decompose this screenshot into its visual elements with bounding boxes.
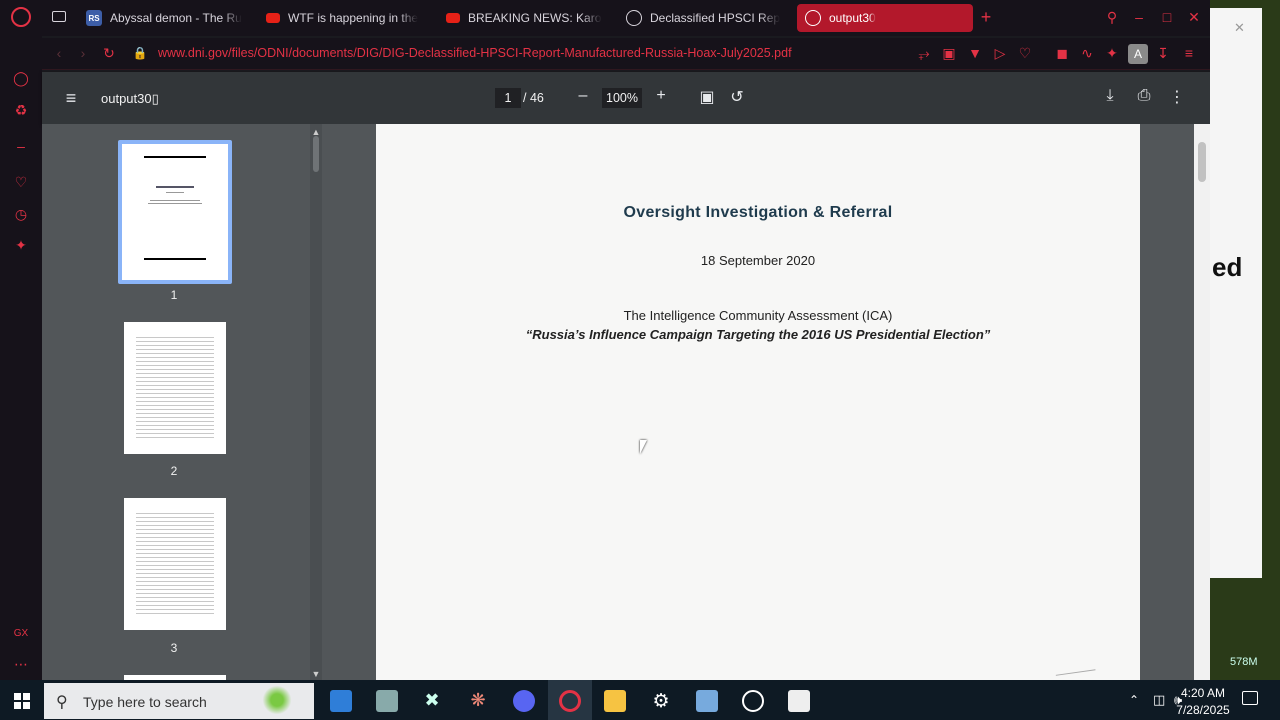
search-highlight-icon: [262, 686, 292, 714]
opera-logo-icon[interactable]: [11, 7, 31, 27]
taskbar-search-placeholder: Type here to search: [83, 694, 207, 710]
zoom-in-button[interactable]: +: [652, 87, 670, 105]
clock-time[interactable]: 4:20 AM: [1178, 686, 1228, 700]
document-date: 18 September 2020: [700, 253, 816, 268]
separator-icon: –: [17, 138, 25, 154]
notification-icon[interactable]: [1242, 691, 1258, 705]
heart-icon[interactable]: ♡: [1016, 45, 1034, 63]
new-tab-icon[interactable]: +: [977, 8, 995, 27]
thumbnail-label: 3: [170, 641, 178, 655]
calculator-icon[interactable]: [330, 690, 352, 712]
print-icon[interactable]: ⎙: [1134, 87, 1154, 105]
network-icon[interactable]: ◫: [1153, 692, 1165, 708]
thumbnail-scrollbar[interactable]: [310, 124, 322, 680]
zoom-level[interactable]: 100%: [602, 88, 642, 108]
file-explorer-icon[interactable]: [604, 690, 626, 712]
viewer-scrollbar[interactable]: [1194, 124, 1210, 680]
tab-output30[interactable]: output30: [797, 4, 973, 32]
tab-youtube-2[interactable]: BREAKING NEWS: Karolin: [438, 4, 610, 32]
youtube-icon: [446, 13, 460, 23]
thumbnail-label: 1: [170, 288, 178, 302]
page-number-input[interactable]: 1: [495, 88, 521, 108]
avatar[interactable]: A: [1128, 44, 1148, 64]
document-subtitle: “Russia’s Influence Campaign Targeting t…: [525, 327, 991, 342]
sidebar: [0, 36, 42, 680]
zoom-out-button[interactable]: –: [574, 87, 592, 105]
audio-icon[interactable]: ∿: [1078, 45, 1096, 63]
background-panel: [1210, 8, 1262, 578]
tab-label: output30: [829, 11, 876, 25]
snapshot-icon[interactable]: ▣: [940, 45, 958, 63]
reload-icon[interactable]: ↻: [100, 45, 118, 63]
history-icon[interactable]: ◷: [12, 206, 30, 224]
extensions-icon[interactable]: ✦: [1103, 45, 1121, 63]
tab-youtube-1[interactable]: WTF is happening in the: [258, 4, 428, 32]
app-icon[interactable]: [742, 690, 764, 712]
pin-icon[interactable]: ⥅: [915, 45, 933, 63]
tab-label: BREAKING NEWS: Karolin: [468, 11, 602, 25]
extensions-icon[interactable]: ✦: [12, 237, 30, 255]
thumbnail-page-3[interactable]: [124, 498, 226, 630]
tab-switcher-icon[interactable]: [52, 11, 66, 22]
url-input[interactable]: www.dni.gov/files/ODNI/documents/DIG/DIG…: [158, 46, 792, 60]
windows-start-icon[interactable]: [14, 693, 30, 709]
memory-stat: 578M: [1230, 656, 1258, 668]
app-icon[interactable]: [696, 690, 718, 712]
cursor-icon: [640, 440, 647, 454]
forward-icon[interactable]: ›: [74, 45, 92, 63]
search-icon[interactable]: ⚲: [1103, 9, 1121, 27]
globe-icon: [805, 10, 821, 26]
app-icon[interactable]: ❋: [467, 690, 489, 712]
pocket-icon[interactable]: ▼: [966, 45, 984, 63]
discord-icon[interactable]: [513, 690, 535, 712]
back-icon[interactable]: ‹: [50, 45, 68, 63]
clock-date[interactable]: 7/28/2025: [1172, 703, 1234, 717]
tab-runescape[interactable]: RS Abyssal demon - The Run: [78, 4, 250, 32]
runescape-wiki-icon: RS: [86, 10, 102, 26]
gx-corner-icon[interactable]: ♻: [12, 102, 30, 120]
tab-label: Declassified HPSCI Repo: [650, 11, 780, 25]
youtube-icon: [266, 13, 280, 23]
tab-label: WTF is happening in the: [288, 11, 419, 25]
minimize-icon[interactable]: –: [1130, 9, 1148, 27]
settings-icon[interactable]: ⚙: [650, 690, 672, 712]
easy-setup-icon[interactable]: ≡: [1180, 45, 1198, 63]
rotate-icon[interactable]: ↺: [728, 87, 746, 107]
thumbnail-page-1[interactable]: [122, 144, 228, 280]
close-icon[interactable]: ✕: [1185, 9, 1203, 27]
more-icon[interactable]: ⋯: [12, 656, 30, 674]
tab-label: Abyssal demon - The Run: [110, 11, 242, 25]
app-icon[interactable]: [788, 690, 810, 712]
close-icon[interactable]: ✕: [1234, 20, 1245, 36]
document-subject: The Intelligence Community Assessment (I…: [623, 308, 893, 323]
xcode-icon[interactable]: ✖: [421, 690, 443, 712]
ublock-icon[interactable]: ◼: [1053, 45, 1071, 63]
document-heading: Oversight Investigation & Referral: [623, 204, 893, 221]
thumbnail-page-2[interactable]: [124, 322, 226, 454]
lock-icon[interactable]: 🔒: [131, 45, 149, 63]
more-options-icon[interactable]: ⋮: [1168, 87, 1186, 107]
gx-control-icon[interactable]: ◯: [12, 70, 30, 88]
pdf-title: output30▯: [101, 91, 159, 106]
globe-icon: [626, 10, 642, 26]
fit-page-icon[interactable]: ▣: [698, 87, 716, 107]
app-icon[interactable]: [376, 690, 398, 712]
thumbnail-label: 2: [170, 464, 178, 478]
heart-icon[interactable]: ♡: [12, 174, 30, 192]
partial-heading: ed: [1212, 252, 1243, 282]
tab-declassified[interactable]: Declassified HPSCI Repo: [618, 4, 788, 32]
maximize-icon[interactable]: □: [1158, 9, 1176, 27]
download-icon[interactable]: ⤓: [1100, 87, 1120, 105]
play-icon[interactable]: ▷: [991, 45, 1009, 63]
search-icon: ⚲: [56, 694, 68, 711]
gx-icon[interactable]: GX: [12, 626, 30, 644]
download-icon[interactable]: ↧: [1154, 45, 1172, 63]
opera-gx-icon[interactable]: [559, 690, 581, 712]
menu-icon[interactable]: ≡: [62, 88, 80, 109]
page-total: / 46: [523, 91, 544, 105]
chevron-up-icon[interactable]: ⌃: [1129, 693, 1139, 707]
